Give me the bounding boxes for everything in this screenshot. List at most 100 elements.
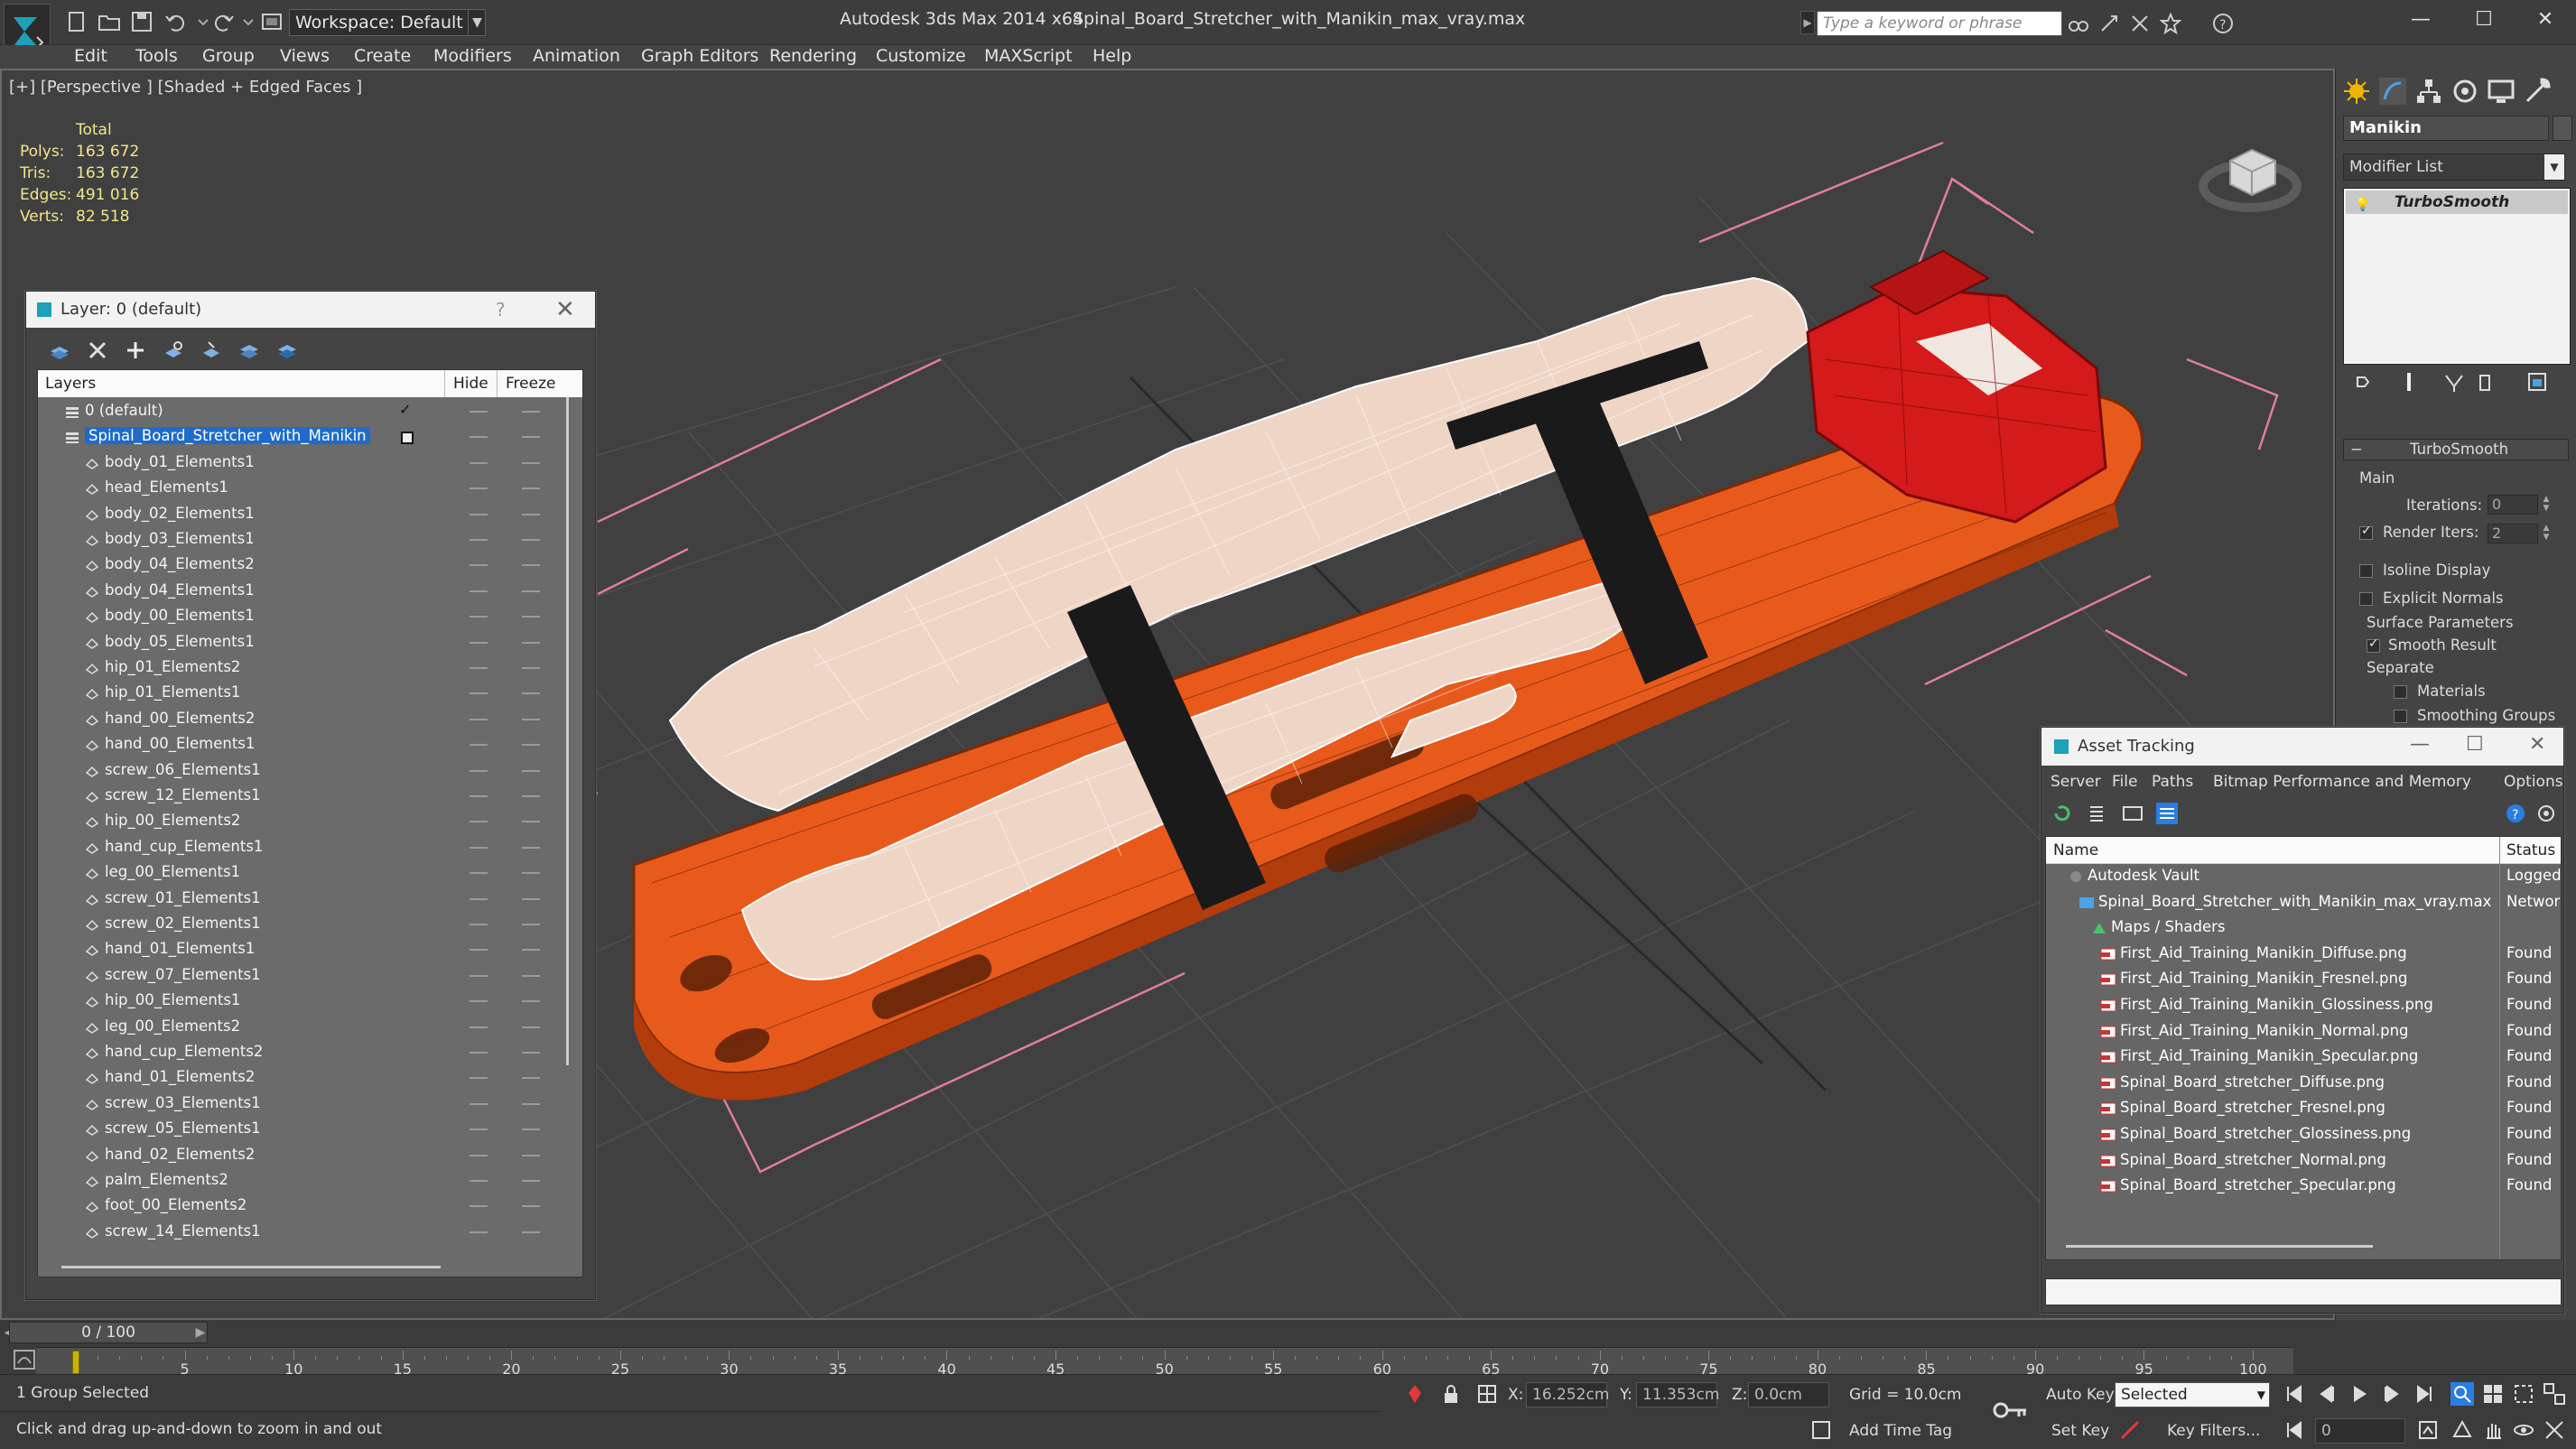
- hide-toggle[interactable]: [470, 488, 488, 490]
- freeze-toggle[interactable]: [522, 436, 540, 439]
- add-to-layer-icon[interactable]: [124, 339, 147, 362]
- rollout-collapse-icon[interactable]: −: [2350, 441, 2363, 458]
- layer-row[interactable]: foot_00_Elements2: [38, 1194, 562, 1219]
- hide-toggle[interactable]: [470, 744, 488, 747]
- layer-row[interactable]: hip_00_Elements2: [38, 809, 562, 834]
- chevron-down-icon[interactable]: ▼: [2544, 154, 2564, 180]
- hide-toggle[interactable]: [470, 1077, 488, 1080]
- set-key-button[interactable]: Set Key: [2051, 1422, 2109, 1440]
- hide-toggle[interactable]: [470, 539, 488, 541]
- time-cursor[interactable]: [72, 1351, 79, 1374]
- freeze-toggle[interactable]: [522, 924, 540, 925]
- show-end-result-icon[interactable]: [2397, 370, 2421, 394]
- maximize-viewport-icon[interactable]: [2543, 1418, 2566, 1442]
- freeze-toggle[interactable]: [522, 744, 540, 747]
- hide-toggle[interactable]: [470, 1052, 488, 1054]
- layer-row[interactable]: hip_01_Elements2: [38, 655, 562, 681]
- menu-group[interactable]: Group: [202, 46, 255, 66]
- hide-toggle[interactable]: [470, 1102, 488, 1105]
- layer-row[interactable]: hip_00_Elements1: [38, 989, 562, 1014]
- hide-toggle[interactable]: [470, 667, 488, 669]
- column-divider[interactable]: [2499, 837, 2500, 1259]
- hide-toggle[interactable]: [470, 411, 488, 413]
- hide-toggle[interactable]: [470, 872, 488, 875]
- render-iters-checkbox[interactable]: [2359, 524, 2373, 540]
- layer-dialog-titlebar[interactable]: Layer: 0 (default) ? ✕: [26, 292, 595, 328]
- layer-row[interactable]: screw_05_Elements1: [38, 1117, 562, 1142]
- asset-row[interactable]: First_Aid_Training_Manikin_Diffuse.png Fo…: [2046, 942, 2561, 968]
- z-coordinate-field[interactable]: 0.0cm: [1748, 1382, 1829, 1407]
- subscription-icon[interactable]: [2098, 13, 2120, 34]
- asset-row[interactable]: Spinal_Board_stretcher_Glossiness.png Fou…: [2046, 1122, 2561, 1148]
- menu-animation[interactable]: Animation: [533, 46, 620, 66]
- asset-menu-file[interactable]: File: [2112, 773, 2137, 791]
- make-unique-icon[interactable]: [2442, 370, 2466, 394]
- layer-row[interactable]: screw_02_Elements1: [38, 912, 562, 937]
- menu-modifiers[interactable]: Modifiers: [433, 46, 512, 66]
- key-mode-toggle-icon[interactable]: [2283, 1418, 2306, 1442]
- hide-toggle[interactable]: [470, 436, 488, 439]
- go-to-end-icon[interactable]: [2413, 1382, 2436, 1406]
- smooth-result-checkbox[interactable]: [2367, 636, 2380, 653]
- freeze-toggle[interactable]: [522, 1154, 540, 1156]
- hide-toggle[interactable]: [470, 641, 488, 644]
- layer-row[interactable]: body_04_Elements2: [38, 553, 562, 578]
- hide-toggle[interactable]: [470, 1231, 488, 1233]
- layer-row[interactable]: screw_03_Elements1: [38, 1091, 562, 1117]
- set-key-key-icon[interactable]: [1992, 1398, 2028, 1422]
- search-expand-icon[interactable]: ▶: [1800, 11, 1815, 34]
- layer-row[interactable]: hip_01_Elements1: [38, 681, 562, 706]
- layer-row[interactable]: 0 (default) ✓: [38, 399, 562, 424]
- layer-row[interactable]: hand_00_Elements1: [38, 732, 562, 757]
- layer-row[interactable]: screw_06_Elements1: [38, 758, 562, 784]
- hide-toggle[interactable]: [470, 564, 488, 567]
- freeze-toggle[interactable]: [522, 949, 540, 952]
- freeze-toggle[interactable]: [522, 769, 540, 772]
- hide-toggle[interactable]: [470, 1000, 488, 1003]
- hide-toggle[interactable]: [470, 897, 488, 900]
- isolate-selection-icon[interactable]: [1403, 1382, 1427, 1406]
- menu-edit[interactable]: Edit: [74, 46, 107, 66]
- asset-row[interactable]: First_Aid_Training_Manikin_Fresnel.png Fo…: [2046, 967, 2561, 993]
- redo-icon[interactable]: [211, 11, 235, 33]
- delete-layer-icon[interactable]: [86, 339, 109, 362]
- viewport-label[interactable]: [+] [Perspective ] [Shaded + Edged Faces…: [9, 78, 362, 97]
- search-input[interactable]: Type a keyword or phrase: [1817, 11, 2062, 36]
- explicit-normals-checkbox[interactable]: [2359, 592, 2373, 606]
- asset-row[interactable]: Autodesk Vault Logged: [2046, 864, 2561, 890]
- layer-row[interactable]: hand_cup_Elements2: [38, 1040, 562, 1065]
- previous-frame-icon[interactable]: [2315, 1382, 2339, 1406]
- menu-create[interactable]: Create: [354, 46, 411, 66]
- communication-icon[interactable]: [2129, 13, 2151, 34]
- chevron-down-icon[interactable]: ▼: [468, 9, 486, 36]
- current-layer-check-icon[interactable]: ✓: [399, 401, 411, 418]
- selection-lock-icon[interactable]: [1439, 1382, 1463, 1406]
- column-hide[interactable]: Hide: [453, 375, 488, 393]
- hide-toggle[interactable]: [470, 692, 488, 695]
- menu-views[interactable]: Views: [280, 46, 330, 66]
- help-button[interactable]: ?: [496, 299, 506, 320]
- display-tab-icon[interactable]: [2486, 76, 2516, 107]
- refresh-icon[interactable]: [2051, 802, 2074, 825]
- freeze-toggle[interactable]: [522, 564, 540, 567]
- create-tab-icon[interactable]: [2341, 76, 2372, 107]
- close-icon[interactable]: ✕: [2529, 733, 2545, 756]
- y-coordinate-field[interactable]: 11.353cm: [1636, 1382, 1719, 1407]
- layer-row[interactable]: leg_00_Elements2: [38, 1015, 562, 1040]
- freeze-toggle[interactable]: [522, 846, 540, 849]
- project-folder-icon[interactable]: [260, 11, 284, 33]
- mini-curve-editor-icon[interactable]: [13, 1349, 36, 1370]
- column-layers[interactable]: Layers: [45, 375, 96, 393]
- pin-stack-icon[interactable]: [2352, 370, 2376, 394]
- timeline[interactable]: ◀ 0 / 100 ▶ 5101520253035404550556065707…: [0, 1320, 2576, 1378]
- layer-row[interactable]: hand_02_Elements2: [38, 1143, 562, 1168]
- select-objects-icon[interactable]: [162, 339, 185, 362]
- hide-toggle[interactable]: [470, 461, 488, 464]
- materials-checkbox[interactable]: [2394, 685, 2407, 699]
- maximize-button[interactable]: ☐: [2466, 733, 2484, 756]
- freeze-toggle[interactable]: [522, 539, 540, 541]
- close-icon[interactable]: ✕: [555, 296, 575, 323]
- hide-toggle[interactable]: [470, 795, 488, 797]
- layer-row[interactable]: Spinal_Board_Stretcher_with_Manikin: [38, 424, 562, 450]
- thumbnail-view-icon[interactable]: [2121, 802, 2144, 825]
